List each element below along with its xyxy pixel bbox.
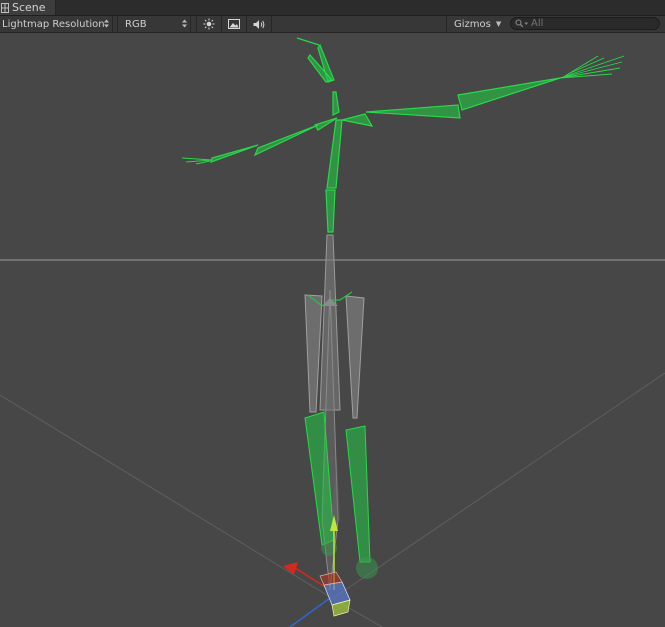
- tab-bar: Scene: [0, 0, 665, 15]
- color-mode-dropdown[interactable]: RGB: [117, 16, 191, 32]
- shoulder-right-bone[interactable]: [341, 113, 374, 127]
- hand-right-fingers: [559, 55, 625, 79]
- transform-gizmo[interactable]: [283, 515, 351, 627]
- upper-leg-left-bone[interactable]: [304, 294, 323, 413]
- chevron-down-icon: ▼: [495, 20, 502, 28]
- search-input[interactable]: [531, 18, 651, 29]
- image-icon: [228, 19, 240, 29]
- spine-upper-bone[interactable]: [325, 189, 336, 233]
- tab-label: Scene: [12, 1, 46, 14]
- neck-bone[interactable]: [332, 91, 340, 116]
- chest-bone[interactable]: [326, 119, 343, 189]
- audio-toggle-button[interactable]: [246, 16, 272, 32]
- scene-grid-icon: [1, 2, 9, 13]
- shoulder-left-bone[interactable]: [314, 117, 338, 131]
- forearm-right-bone[interactable]: [457, 77, 561, 111]
- color-mode-label: RGB: [125, 18, 147, 30]
- scene-toolbar: Lightmap Resolution RGB Gizmos ▼ All: [0, 15, 665, 33]
- forearm-left-bone[interactable]: [210, 144, 259, 163]
- upper-leg-right-bone[interactable]: [345, 295, 365, 419]
- lighting-toggle-button[interactable]: [196, 16, 222, 32]
- leg-bones[interactable]: [304, 411, 378, 579]
- lower-leg-right-bone[interactable]: [345, 425, 371, 563]
- sun-icon: [203, 18, 215, 30]
- upper-arm-right-bone[interactable]: [365, 104, 461, 119]
- grid-line: [0, 394, 331, 598]
- image-effects-toggle-button[interactable]: [221, 16, 247, 32]
- hand-left-fingers: [181, 157, 213, 165]
- head-end-bone: [296, 37, 320, 46]
- render-mode-label: Lightmap Resolution: [2, 18, 105, 30]
- gizmos-label: Gizmos: [454, 18, 491, 30]
- render-mode-dropdown[interactable]: Lightmap Resolution: [0, 16, 113, 32]
- scene-viewport[interactable]: [0, 33, 665, 627]
- search-icon: [515, 18, 528, 27]
- dropdown-arrows-icon: [182, 19, 187, 28]
- gizmo-z-axis: [289, 597, 331, 627]
- grid-line: [334, 372, 665, 598]
- upper-arm-left-bone[interactable]: [253, 124, 319, 157]
- dropdown-arrows-icon: [104, 19, 109, 28]
- gizmos-dropdown[interactable]: Gizmos ▼: [446, 16, 504, 32]
- speaker-icon: [253, 19, 264, 29]
- search-field[interactable]: [510, 17, 660, 30]
- tab-scene[interactable]: Scene: [0, 0, 56, 15]
- upper-body-bones[interactable]: [181, 37, 625, 233]
- foot-right-joint[interactable]: [356, 557, 378, 579]
